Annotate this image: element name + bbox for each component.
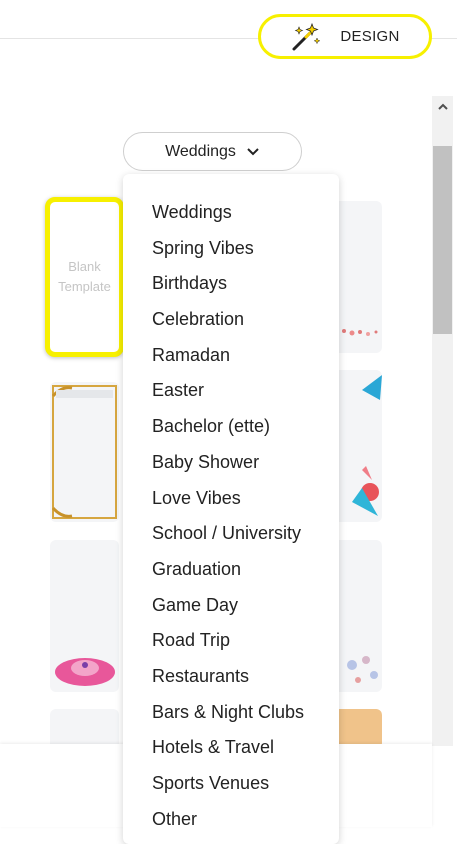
dropdown-option-bachelor-ette[interactable]: Bachelor (ette) xyxy=(123,408,339,444)
template-card-4[interactable] xyxy=(50,540,119,692)
dropdown-option-birthdays[interactable]: Birthdays xyxy=(123,265,339,301)
dropdown-option-game-day[interactable]: Game Day xyxy=(123,587,339,623)
dropdown-option-spring-vibes[interactable]: Spring Vibes xyxy=(123,230,339,266)
chevron-down-icon xyxy=(246,143,260,161)
dropdown-option-sports-venues[interactable]: Sports Venues xyxy=(123,765,339,801)
dropdown-option-restaurants[interactable]: Restaurants xyxy=(123,658,339,694)
dropdown-option-weddings[interactable]: Weddings xyxy=(123,194,339,230)
dropdown-option-road-trip[interactable]: Road Trip xyxy=(123,622,339,658)
template-card-2[interactable] xyxy=(50,382,119,522)
category-select-value: Weddings xyxy=(165,142,236,160)
dropdown-option-ramadan[interactable]: Ramadan xyxy=(123,337,339,373)
template-card-6[interactable] xyxy=(50,709,119,749)
magic-wand-icon xyxy=(290,21,322,53)
dropdown-option-bars-night-clubs[interactable]: Bars & Night Clubs xyxy=(123,694,339,730)
category-dropdown-menu: Weddings Spring Vibes Birthdays Celebration… xyxy=(123,174,339,844)
design-button[interactable]: DESIGN xyxy=(258,14,432,59)
dropdown-option-celebration[interactable]: Celebration xyxy=(123,301,339,337)
dropdown-option-graduation[interactable]: Graduation xyxy=(123,551,339,587)
blank-template-card[interactable]: Blank Template xyxy=(45,197,124,357)
category-select[interactable]: Weddings xyxy=(123,132,302,171)
scrollbar-thumb[interactable] xyxy=(433,146,452,334)
scroll-up-icon[interactable] xyxy=(432,96,453,118)
dropdown-option-school-university[interactable]: School / University xyxy=(123,515,339,551)
dropdown-option-baby-shower[interactable]: Baby Shower xyxy=(123,444,339,480)
design-button-label: DESIGN xyxy=(340,28,400,45)
blank-template-label: Blank Template xyxy=(58,259,111,294)
dropdown-option-other[interactable]: Other xyxy=(123,801,339,837)
dropdown-option-love-vibes[interactable]: Love Vibes xyxy=(123,480,339,516)
dropdown-option-hotels-travel[interactable]: Hotels & Travel xyxy=(123,729,339,765)
dropdown-option-easter[interactable]: Easter xyxy=(123,372,339,408)
